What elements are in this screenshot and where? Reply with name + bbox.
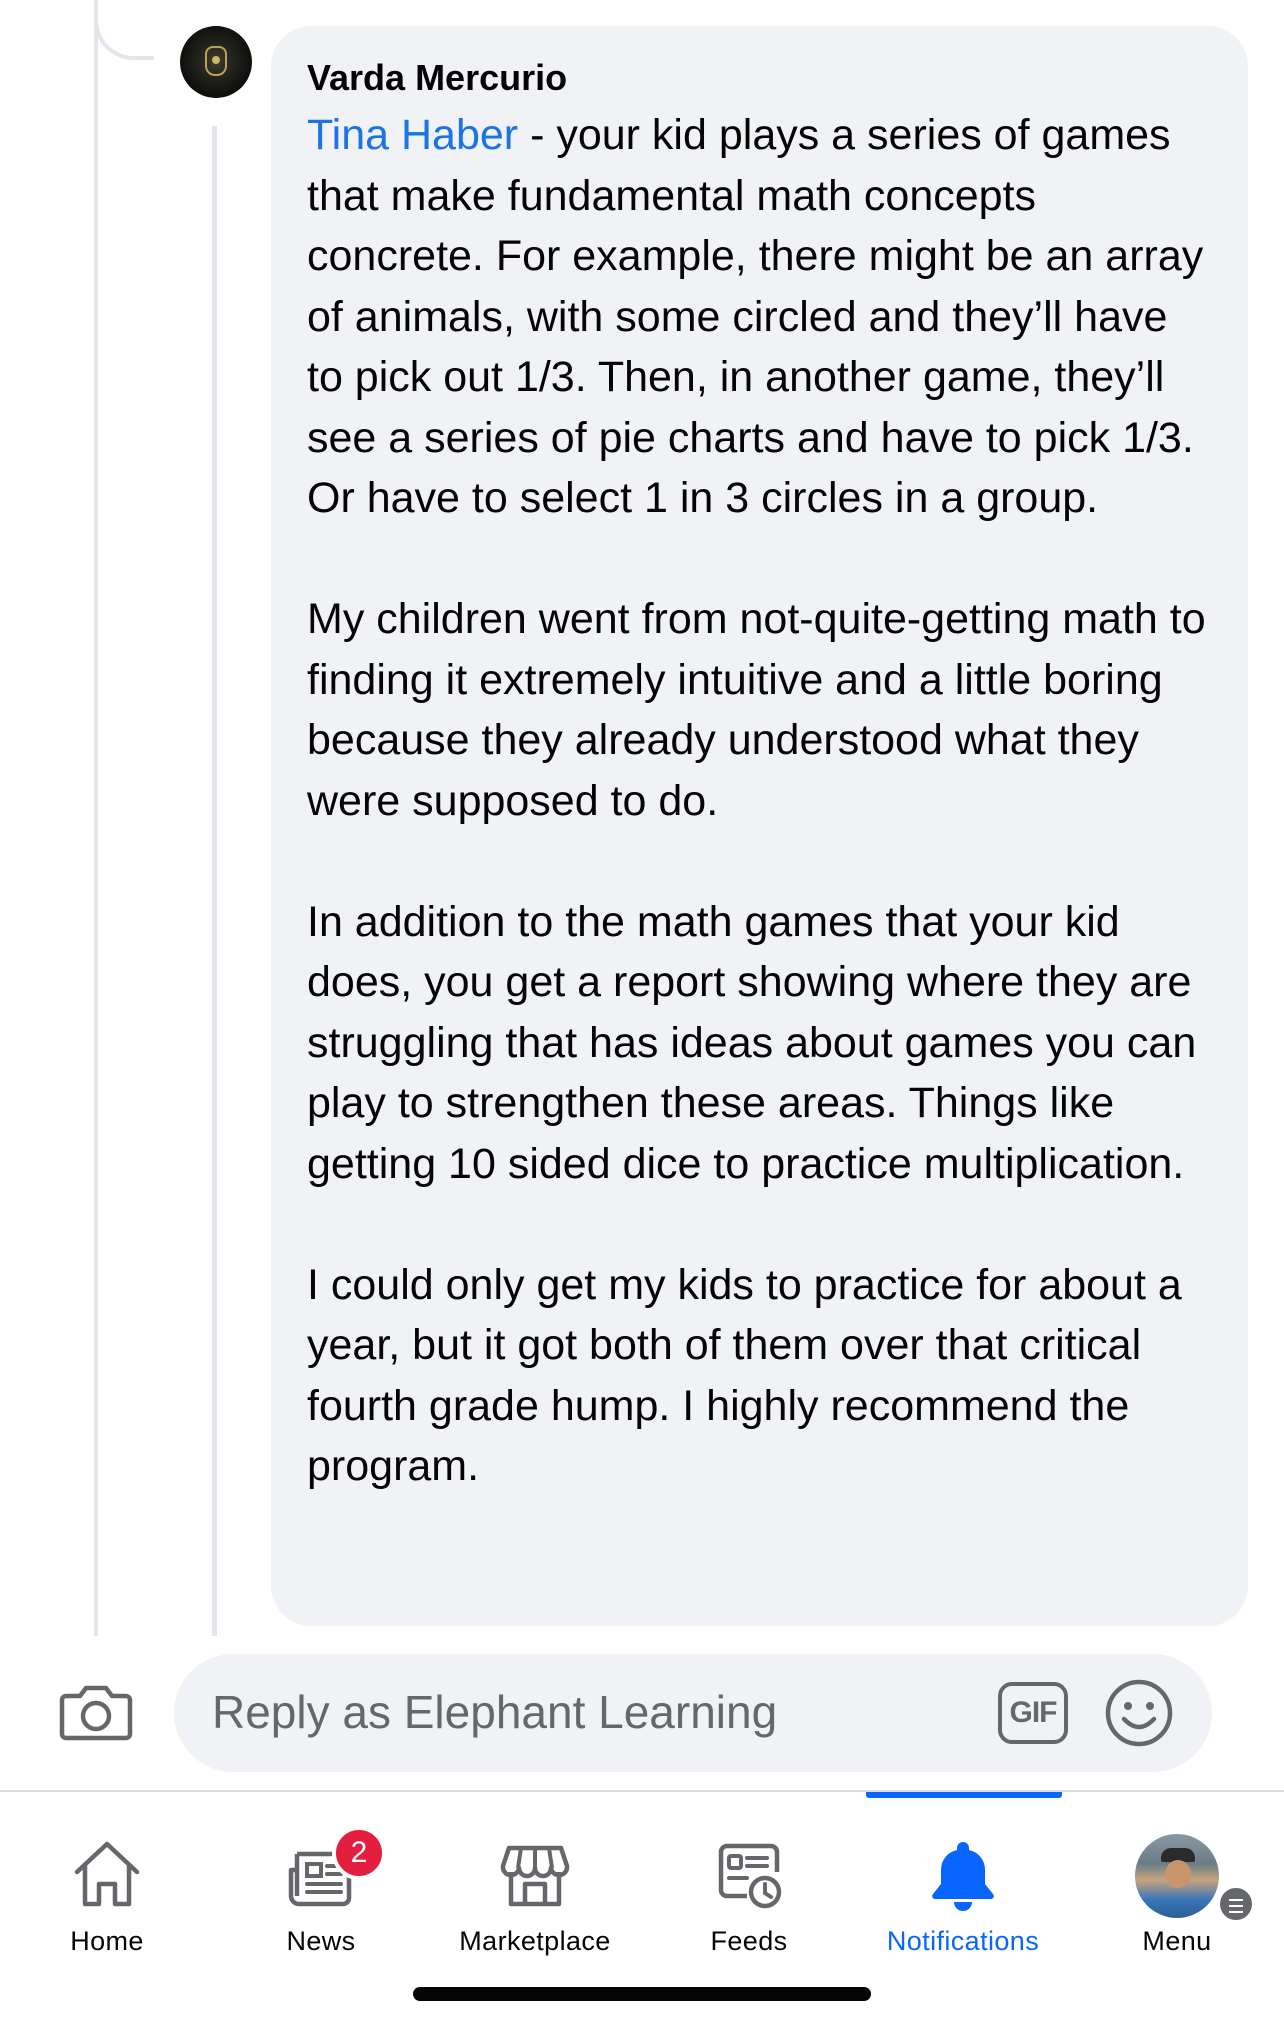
thread-connector-curve: [94, 0, 154, 60]
comment-paragraph-text: - your kid plays a series of games that …: [307, 111, 1204, 522]
reply-placeholder: Reply as Elephant Learning: [212, 1686, 778, 1738]
commenter-avatar[interactable]: [180, 26, 252, 98]
active-tab-indicator: [866, 1792, 1062, 1798]
marketplace-icon: [495, 1834, 575, 1914]
comment-paragraph: My children went from not-quite-getting …: [307, 595, 1206, 825]
bell-icon: [923, 1834, 1003, 1914]
smiley-icon[interactable]: [1104, 1678, 1174, 1748]
tab-feeds[interactable]: Feeds: [642, 1812, 856, 1962]
comment-paragraph: I could only get my kids to practice for…: [307, 1260, 1182, 1491]
reply-input[interactable]: Reply as Elephant Learning GIF: [174, 1654, 1212, 1772]
tab-marketplace[interactable]: Marketplace: [428, 1812, 642, 1962]
tab-label: Home: [70, 1926, 144, 1956]
feeds-icon: [709, 1834, 789, 1914]
comment-body: Tina Haber - your kid plays a series of …: [307, 105, 1212, 1497]
tab-label: Menu: [1142, 1926, 1212, 1956]
comment-paragraph: Tina Haber - your kid plays a series of …: [307, 105, 1212, 529]
camera-icon[interactable]: [58, 1672, 134, 1748]
tab-label: Feeds: [710, 1926, 788, 1956]
profile-avatar: [1135, 1834, 1219, 1918]
comment-thread-screen: Varda Mercurio Tina Haber - your kid pla…: [0, 0, 1284, 2023]
tab-label: News: [286, 1926, 356, 1956]
menu-hamburger-icon: [1216, 1884, 1256, 1924]
comment-author-name[interactable]: Varda Mercurio: [307, 56, 1212, 100]
tab-label: Notifications: [886, 1926, 1040, 1956]
reply-thread-line: [212, 126, 217, 1636]
reply-composer: Reply as Elephant Learning GIF: [0, 1636, 1284, 1790]
news-badge: 2: [332, 1826, 386, 1880]
tab-menu[interactable]: Menu: [1070, 1812, 1284, 1962]
thread-connector-line: [94, 0, 98, 1636]
comment-bubble[interactable]: Varda Mercurio Tina Haber - your kid pla…: [271, 26, 1248, 1626]
tab-notifications[interactable]: Notifications: [856, 1812, 1070, 1962]
comment-paragraph: In addition to the math games that your …: [307, 897, 1197, 1188]
tab-news[interactable]: 2 News: [214, 1812, 428, 1962]
avatar-emblem-icon: [205, 46, 227, 76]
mention-link[interactable]: Tina Haber: [307, 111, 518, 159]
home-icon: [67, 1834, 147, 1914]
home-indicator: [413, 1987, 871, 2001]
gif-button[interactable]: GIF: [998, 1682, 1068, 1744]
tab-label: Marketplace: [459, 1926, 611, 1956]
tab-home[interactable]: Home: [0, 1812, 214, 1962]
